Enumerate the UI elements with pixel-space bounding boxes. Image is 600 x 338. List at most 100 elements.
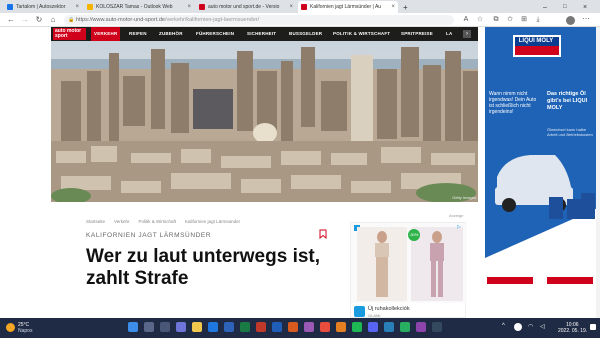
discord-icon[interactable] [368,322,378,332]
hero-image: Getty Images [51,41,478,202]
article-headline: Wer zu laut unterwegs ist, zahlt Strafe [86,246,321,289]
read-aloud-icon[interactable]: A [462,16,470,24]
outlook-icon[interactable] [272,322,282,332]
spotify-icon[interactable] [352,322,362,332]
lock-icon: 🔒 [68,17,75,23]
ad-info-icon[interactable]: ▷ [457,224,461,230]
inline-ad[interactable]: -30% ▷ [350,222,467,318]
search-icon[interactable] [144,322,154,332]
skyscraper-ad[interactable]: LIQUI MOLY Wann nimm nicht irgendwas! De… [485,27,600,318]
discount-badge: -30% [409,232,419,237]
nav-item-reifen[interactable]: REIFEN [129,27,147,41]
breadcrumb-item: Kalifornien jagt Lärmsünder [185,219,241,224]
nav-item-fuehrerschein[interactable]: FÜHRERSCHEIN [196,27,234,41]
breadcrumb-item[interactable]: Startseite [86,219,105,224]
scrollbar[interactable] [596,27,600,318]
notification-icon[interactable] [590,324,596,330]
site-favicon-icon [7,4,13,10]
collections-icon[interactable]: ⊞ [520,16,528,24]
profile-avatar[interactable] [566,16,575,25]
minimize-icon[interactable]: – [540,1,550,13]
glami-logo-icon [354,306,365,317]
weather-desc[interactable]: Napos [18,328,32,334]
app-icon[interactable] [288,322,298,332]
file-explorer-icon[interactable] [192,322,202,332]
clock-date[interactable]: 2022. 05. 19. [558,328,587,334]
article-kicker: KALIFORNIEN JAGT LÄRMSÜNDER [86,232,212,239]
maximize-icon[interactable]: □ [560,1,570,13]
nav-item-bussgelder[interactable]: BUSSGELDER [289,27,322,41]
address-bar-row: ← → ↻ ⌂ 🔒 https://www.auto-motor-und-spo… [0,13,600,27]
forward-icon[interactable]: → [20,15,30,25]
tab-1[interactable]: Tartalom | Autoszektor × [4,1,82,13]
edge-browser-icon[interactable] [208,322,218,332]
new-tab-button[interactable]: + [400,1,410,13]
site-favicon-icon [199,4,205,10]
bookmark-icon[interactable] [319,229,327,239]
nav-item-zubehoer[interactable]: ZUBEHÖR [159,27,183,41]
ad-label: Anzeige [449,213,464,218]
site-logo[interactable]: auto motor sport [53,28,86,40]
volume-icon[interactable]: ◁ [540,323,545,330]
extensions-icon[interactable]: ⧉ [492,16,500,24]
nav-item-more[interactable]: LA [446,27,452,41]
nav-item-verkehr[interactable]: VERKEHR [91,27,121,41]
photo-credit: Getty Images [452,195,476,200]
tab-3[interactable]: auto motor und sport.de - Versio × [196,1,296,13]
downloads-icon[interactable]: ⤓ [534,16,542,24]
close-icon[interactable]: × [75,4,79,10]
app-icon[interactable] [400,322,410,332]
back-icon[interactable]: ← [6,15,16,25]
tray-app-icon[interactable] [514,323,522,331]
city-skyline-photo [51,41,478,202]
excel-icon[interactable] [240,322,250,332]
app-icon[interactable] [304,322,314,332]
teams-icon[interactable] [176,322,186,332]
site-favicon-icon [301,4,307,10]
app-icon[interactable] [416,322,426,332]
home-icon[interactable]: ⌂ [48,15,58,25]
nav-item-spritpreise[interactable]: SPRITPREISE [401,27,433,41]
nav-item-sicherheit[interactable]: SICHERHEIT [247,27,276,41]
ad-tagline: Das richtige Öl gibt's bei LIQUI MOLY [547,91,588,111]
weather-sun-icon[interactable] [6,323,15,332]
close-icon[interactable]: × [187,4,191,10]
ad-brand-logo: LIQUI MOLY [518,38,554,44]
url-domain: https://www.auto-motor-und-sport.de [76,17,165,23]
reload-icon[interactable]: ↻ [34,15,44,25]
tab-title: Kalifornien jagt Lärmsünder | Au [310,4,382,10]
start-windows-icon[interactable] [128,322,138,332]
word-icon[interactable] [224,322,234,332]
tab-2[interactable]: KOLOSZAR Tamas - Outlook Web × [84,1,194,13]
task-view-icon[interactable] [160,322,170,332]
tab-title: KOLOSZAR Tamas - Outlook Web [96,4,173,10]
taskbar: 25°C Napos ^ ◠ ◁ 10:06 2022. 05. 19. [0,318,600,338]
app-icon[interactable] [432,322,442,332]
tab-title: Tartalom | Autoszektor [16,4,66,10]
breadcrumb-item[interactable]: Verkehr [114,219,130,224]
nav-scroll-right-icon[interactable]: › [463,30,471,38]
site-favicon-icon [87,4,93,10]
window-close-icon[interactable]: × [580,1,590,13]
firefox-icon[interactable] [336,322,346,332]
app-icon[interactable] [384,322,394,332]
breadcrumb-item[interactable]: Politik & Wirtschaft [139,219,177,224]
favorites-icon[interactable]: ✩ [506,16,514,24]
tab-4-active[interactable]: Kalifornien jagt Lärmsünder | Au × [298,1,398,13]
favorite-star-icon[interactable]: ☆ [476,16,484,24]
more-menu-icon[interactable]: ⋯ [582,16,590,24]
wifi-icon[interactable]: ◠ [528,323,533,330]
tray-chevron-icon[interactable]: ^ [502,323,505,329]
tab-bar: Tartalom | Autoszektor × KOLOSZAR Tamas … [0,0,600,13]
powerpoint-icon[interactable] [256,322,266,332]
close-icon[interactable]: × [391,4,395,10]
ad-caption[interactable]: Új ruhakollekciók [368,306,410,312]
url-field[interactable]: 🔒 https://www.auto-motor-und-sport.de/ve… [64,15,454,25]
ad-subtext: Ölwechsel kann halbe Arbeit und Betriebs… [547,127,593,137]
breadcrumb: Startseite Verkehr Politik & Wirtschaft … [86,219,240,224]
gmail-icon[interactable] [320,322,330,332]
nav-item-politik-wirtschaft[interactable]: POLITIK & WIRTSCHAFT [333,27,390,41]
url-path: /verkehr/kalifornien-jagt-laermsuender/ [164,17,260,23]
close-icon[interactable]: × [289,4,293,10]
liqui-moly-ad-image [485,27,600,318]
